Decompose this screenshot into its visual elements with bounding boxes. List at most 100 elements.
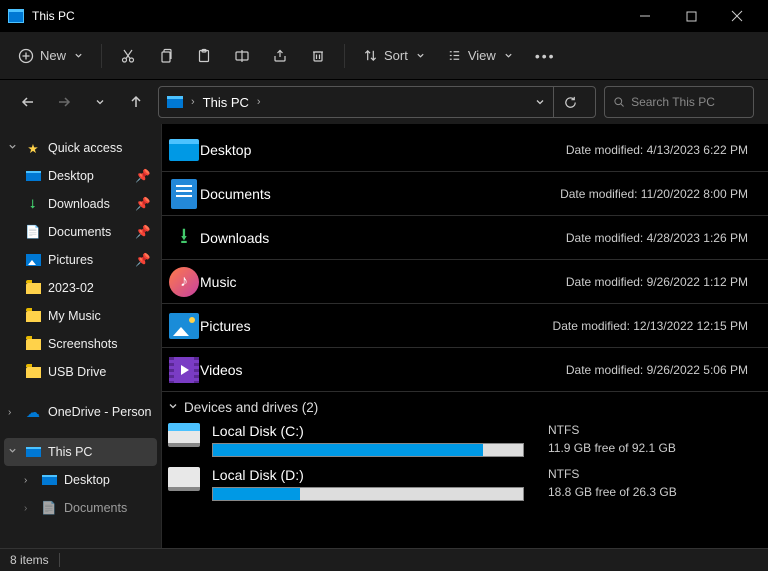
- drive-name: Local Disk (D:): [212, 467, 548, 483]
- folder-row[interactable]: ♪MusicDate modified: 9/26/2022 1:12 PM: [162, 260, 768, 304]
- chevron-right-icon[interactable]: ›: [24, 475, 34, 486]
- chevron-down-icon: [74, 48, 83, 63]
- music-icon: ♪: [169, 267, 199, 297]
- sidebar-item-downloads[interactable]: ⭣Downloads📌: [0, 190, 161, 218]
- sidebar-label: Downloads: [48, 197, 110, 211]
- rename-button[interactable]: [226, 44, 258, 68]
- close-button[interactable]: [714, 0, 760, 32]
- sidebar-item-desktop[interactable]: ›Desktop: [0, 466, 161, 494]
- title-bar: This PC: [0, 0, 768, 32]
- sidebar-item-desktop[interactable]: Desktop📌: [0, 162, 161, 190]
- this-pc-icon: [26, 447, 41, 457]
- chevron-down-icon[interactable]: [8, 446, 18, 458]
- sidebar-label: USB Drive: [48, 365, 106, 379]
- drive-free: 18.8 GB free of 26.3 GB: [548, 485, 748, 499]
- sidebar-item-documents[interactable]: › 📄 Documents: [0, 494, 161, 522]
- delete-button[interactable]: [302, 44, 334, 68]
- item-name: Music: [200, 274, 566, 290]
- breadcrumb[interactable]: This PC: [203, 95, 249, 110]
- new-button[interactable]: New: [10, 44, 91, 68]
- paste-button[interactable]: [188, 44, 220, 68]
- item-name: Desktop: [200, 142, 566, 158]
- sidebar-label: This PC: [48, 445, 92, 459]
- documents-icon: 📄: [40, 501, 58, 516]
- folder-row[interactable]: DocumentsDate modified: 11/20/2022 8:00 …: [162, 172, 768, 216]
- sidebar-item-pictures[interactable]: Pictures📌: [0, 246, 161, 274]
- sidebar-quick-access[interactable]: ★ Quick access: [0, 134, 161, 162]
- folder-row[interactable]: PicturesDate modified: 12/13/2022 12:15 …: [162, 304, 768, 348]
- folder-icon: [26, 311, 41, 322]
- nav-bar: › This PC ›: [0, 80, 768, 124]
- separator: [101, 44, 102, 68]
- drive-row[interactable]: Local Disk (D:) NTFS 18.8 GB free of 26.3…: [162, 463, 768, 507]
- star-icon: ★: [24, 141, 42, 156]
- sidebar-label: Documents: [64, 501, 127, 515]
- sidebar: ★ Quick access Desktop📌 ⭣Downloads📌 📄Doc…: [0, 124, 162, 548]
- chevron-down-icon[interactable]: [168, 401, 178, 414]
- up-button[interactable]: [122, 88, 150, 116]
- folder-row[interactable]: ⭳DownloadsDate modified: 4/28/2023 1:26 …: [162, 216, 768, 260]
- more-button[interactable]: •••: [527, 44, 564, 68]
- sidebar-item-documents[interactable]: 📄Documents📌: [0, 218, 161, 246]
- usage-bar: [212, 443, 524, 457]
- toolbar: New Sort View •••: [0, 32, 768, 80]
- sidebar-onedrive[interactable]: ›☁OneDrive - Person: [0, 398, 161, 426]
- group-header[interactable]: Devices and drives (2): [162, 392, 768, 419]
- sort-button[interactable]: Sort: [355, 44, 433, 67]
- pin-icon: 📌: [135, 197, 151, 212]
- chevron-down-icon[interactable]: [8, 142, 18, 154]
- documents-icon: [171, 179, 197, 209]
- cut-button[interactable]: [112, 44, 144, 68]
- address-bar[interactable]: › This PC ›: [158, 86, 596, 118]
- drive-fs: NTFS: [548, 467, 748, 481]
- search-box[interactable]: [604, 86, 754, 118]
- download-icon: ⭳: [168, 222, 200, 254]
- item-meta: Date modified: 9/26/2022 1:12 PM: [566, 275, 748, 289]
- item-name: Videos: [200, 362, 566, 378]
- copy-button[interactable]: [150, 44, 182, 68]
- sidebar-label: Screenshots: [48, 337, 117, 351]
- sidebar-item-folder[interactable]: My Music: [0, 302, 161, 330]
- new-label: New: [40, 48, 66, 63]
- drive-name: Local Disk (C:): [212, 423, 548, 439]
- chevron-right-icon: ›: [191, 96, 195, 108]
- this-pc-icon: [167, 96, 183, 108]
- videos-icon: [169, 357, 199, 383]
- drive-icon: [168, 423, 200, 447]
- chevron-down-icon[interactable]: [535, 95, 545, 110]
- item-meta: Date modified: 12/13/2022 12:15 PM: [553, 319, 748, 333]
- folder-icon: [26, 367, 41, 378]
- sidebar-item-folder[interactable]: Screenshots: [0, 330, 161, 358]
- sidebar-item-folder[interactable]: USB Drive: [0, 358, 161, 386]
- item-count: 8 items: [10, 553, 49, 567]
- folder-icon: [26, 339, 41, 350]
- desktop-icon: [169, 139, 199, 161]
- back-button[interactable]: [14, 88, 42, 116]
- refresh-button[interactable]: [553, 86, 587, 118]
- folder-row[interactable]: DesktopDate modified: 4/13/2023 6:22 PM: [162, 128, 768, 172]
- forward-button[interactable]: [50, 88, 78, 116]
- chevron-right-icon[interactable]: ›: [8, 407, 18, 418]
- folder-row[interactable]: VideosDate modified: 9/26/2022 5:06 PM: [162, 348, 768, 392]
- separator: [344, 44, 345, 68]
- this-pc-icon: [8, 9, 24, 23]
- item-meta: Date modified: 4/13/2023 6:22 PM: [566, 143, 748, 157]
- file-list[interactable]: DesktopDate modified: 4/13/2023 6:22 PM …: [162, 124, 768, 548]
- view-button[interactable]: View: [439, 44, 521, 67]
- share-button[interactable]: [264, 44, 296, 68]
- drive-row[interactable]: Local Disk (C:) NTFS11.9 GB free of 92.1…: [162, 419, 768, 463]
- recent-button[interactable]: [86, 88, 114, 116]
- maximize-button[interactable]: [668, 0, 714, 32]
- group-label: Devices and drives (2): [184, 400, 318, 415]
- search-input[interactable]: [631, 95, 745, 109]
- pin-icon: 📌: [135, 169, 151, 184]
- sidebar-this-pc[interactable]: This PC: [4, 438, 157, 466]
- minimize-button[interactable]: [622, 0, 668, 32]
- chevron-right-icon[interactable]: ›: [24, 503, 34, 514]
- drive-free: 11.9 GB free of 92.1 GB: [548, 441, 748, 455]
- desktop-icon: [42, 475, 57, 485]
- sort-label: Sort: [384, 48, 408, 63]
- pin-icon: 📌: [135, 225, 151, 240]
- item-meta: Date modified: 9/26/2022 5:06 PM: [566, 363, 748, 377]
- sidebar-item-folder[interactable]: 2023-02: [0, 274, 161, 302]
